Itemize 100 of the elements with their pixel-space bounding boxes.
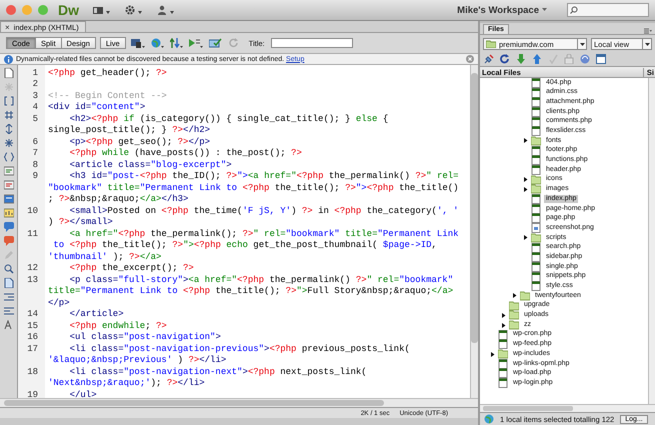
- menu-icon[interactable]: [644, 28, 652, 34]
- line-number: 9: [32, 171, 39, 182]
- php-file-icon: [531, 106, 541, 117]
- code-line: <li class="post-navigation-previous"><?php previous_posts_link(: [68, 344, 410, 354]
- window-icon[interactable]: [596, 54, 606, 64]
- layout-icon[interactable]: [93, 5, 111, 15]
- vertical-scrollbar[interactable]: [470, 65, 478, 398]
- line-number: 15: [26, 320, 39, 331]
- vertical-scrollbar[interactable]: [648, 78, 655, 404]
- php-file-icon: [531, 155, 541, 166]
- code-line: <?php while (have_posts()) : the_post(); ?>: [68, 148, 302, 158]
- checkmark-icon[interactable]: [208, 38, 223, 48]
- chart-icon[interactable]: [4, 208, 14, 218]
- expand-arrow-icon[interactable]: [512, 293, 517, 298]
- expand-arrow-icon[interactable]: [501, 312, 506, 318]
- brackets-icon[interactable]: [4, 110, 14, 120]
- line-number: 19: [26, 390, 39, 398]
- code-line: title="Permanent Link to <?php the_title(); ?>">Full Story&nbsp;&raquo;</a>: [47, 286, 454, 296]
- code-line: <small>Posted on <?php the_time('F jS, Y') ?> in <?php the_category(', ': [68, 206, 459, 216]
- plug-icon[interactable]: [484, 54, 494, 64]
- folder-icon: [498, 349, 508, 360]
- horizontal-scrollbar[interactable]: [0, 398, 478, 407]
- speech-bubble-icon[interactable]: [4, 222, 14, 232]
- comment-icon[interactable]: [4, 194, 14, 204]
- indent-icon[interactable]: [4, 292, 14, 302]
- php-file-icon: [531, 116, 541, 127]
- up-arrow-icon[interactable]: [532, 54, 542, 64]
- line-number: 17: [26, 344, 39, 354]
- expand-arrow-icon[interactable]: [490, 352, 495, 357]
- line-number: 6: [32, 136, 39, 147]
- code-line: 'thumbnail' ); ?></a>: [47, 252, 162, 262]
- caret-icon: [542, 8, 547, 12]
- php-file-icon: [531, 252, 541, 262]
- close-icon[interactable]: [466, 55, 474, 63]
- globe-icon[interactable]: [150, 38, 164, 48]
- comment-icon[interactable]: [4, 166, 14, 176]
- line-number: 18: [26, 366, 39, 377]
- person-icon[interactable]: [157, 5, 175, 15]
- play-icon[interactable]: [188, 38, 203, 48]
- php-file-icon: [498, 368, 508, 378]
- refresh-icon[interactable]: [500, 54, 510, 64]
- close-icon[interactable]: ×: [5, 22, 10, 32]
- arrows-icon[interactable]: [4, 124, 14, 134]
- down-arrow-icon[interactable]: [516, 54, 526, 64]
- caret-icon: [644, 42, 650, 46]
- line-number: 3: [32, 90, 39, 101]
- css-file-icon: [531, 126, 541, 136]
- workspace-menu[interactable]: Mike's Workspace: [457, 4, 547, 16]
- php-file-icon: [531, 272, 541, 282]
- php-file-icon: [498, 378, 508, 388]
- css-file-icon: [531, 88, 541, 98]
- outdent-icon[interactable]: [4, 306, 14, 316]
- expand-arrow-icon[interactable]: [523, 138, 528, 144]
- line-number: 13: [26, 274, 39, 285]
- document-icon[interactable]: [4, 278, 14, 288]
- brackets-icon[interactable]: [4, 152, 14, 162]
- expand-arrow-icon[interactable]: [501, 322, 506, 328]
- expand-arrow-icon[interactable]: [523, 186, 528, 192]
- line-number: 7: [32, 148, 39, 158]
- search-field[interactable]: [567, 3, 649, 17]
- speech-bubble-icon[interactable]: [4, 236, 14, 246]
- line-number: 1: [32, 68, 39, 78]
- line-number: 12: [26, 263, 39, 274]
- image-file-icon: [531, 223, 541, 234]
- code-line: <a href="<?php the_permalink(); ?>" rel="bookmark" title="Permanent Link: [68, 228, 458, 239]
- expand-arrow-icon[interactable]: [523, 235, 528, 240]
- php-file-icon: [531, 262, 541, 272]
- comment-icon[interactable]: [4, 180, 14, 190]
- php-file-icon: [531, 97, 541, 108]
- code-line: </article>: [68, 309, 124, 320]
- brackets-icon[interactable]: [4, 96, 14, 106]
- search-icon[interactable]: [4, 264, 14, 274]
- folder-icon: [531, 174, 541, 185]
- line-number: 8: [32, 160, 39, 170]
- document-icon[interactable]: [4, 68, 14, 78]
- php-file-icon: [531, 194, 541, 204]
- code-line: "bookmark" title="Permanent Link to <?php the_title(); ?>"><?php the_title(): [47, 182, 459, 193]
- globe-icon: [484, 414, 494, 424]
- folder-icon: [520, 290, 530, 301]
- asterisk-icon[interactable]: [4, 138, 14, 148]
- sync-icon[interactable]: [580, 54, 590, 64]
- code-line: ; ?>&nbsp;&raquo;</a></h3>: [47, 194, 188, 204]
- code-line: </ul>: [68, 390, 97, 398]
- php-file-icon: [531, 242, 541, 253]
- code-line: <?php endwhile; ?>: [68, 320, 167, 331]
- search-icon: [570, 6, 578, 14]
- css-file-icon: [531, 281, 541, 292]
- line-number: 5: [32, 114, 39, 124]
- horizontal-scrollbar[interactable]: [480, 404, 655, 412]
- code-line: <ul class="post-navigation">: [68, 332, 221, 342]
- folder-icon: [531, 232, 541, 243]
- expand-arrow-icon[interactable]: [523, 177, 528, 182]
- folder-icon: [531, 184, 541, 194]
- title-input[interactable]: [270, 38, 353, 48]
- app-logo: Dw: [58, 2, 79, 18]
- monitor-icon[interactable]: [130, 38, 145, 48]
- format-icon[interactable]: [4, 320, 14, 330]
- up-down-arrows-icon[interactable]: [170, 38, 183, 48]
- code-line: <article class="blog-excerpt">: [68, 160, 232, 170]
- gear-icon[interactable]: [125, 5, 143, 15]
